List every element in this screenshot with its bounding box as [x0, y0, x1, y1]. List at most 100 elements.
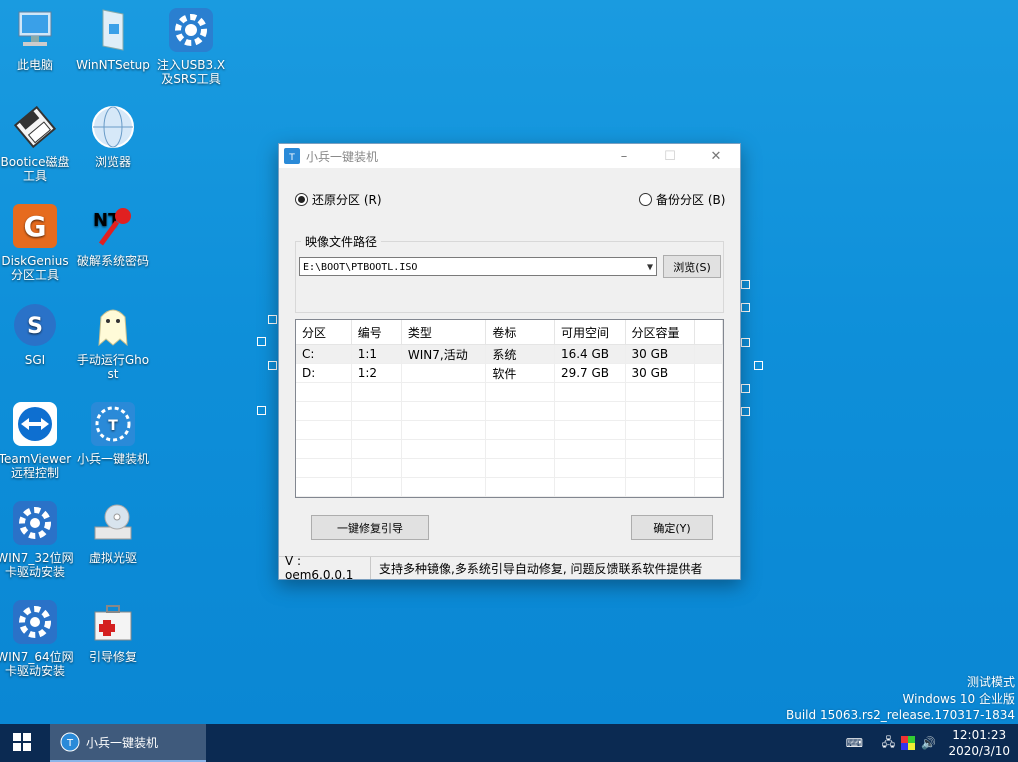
restore-radio[interactable]: 还原分区 (R) — [295, 191, 382, 208]
cell-capacity: 30 GB — [625, 363, 695, 383]
desktop-icon-label: 小兵一键装机 — [76, 452, 149, 466]
column-header[interactable]: 类型 — [401, 320, 487, 345]
desktop-icon-win7-64-driver[interactable]: WIN7_64位网卡驱动安装 — [0, 598, 74, 678]
svg-text:T: T — [108, 418, 118, 434]
cell-type — [401, 363, 487, 383]
desktop-icon-label: Bootice磁盘工具 — [0, 155, 70, 183]
desktop-icon-label: DiskGenius分区工具 — [1, 254, 69, 282]
title-bar[interactable]: T 小兵一键装机 – ☐ ✕ — [279, 144, 740, 168]
svg-text:G: G — [24, 210, 47, 243]
system-tray: ⌨ 🖧 🔊 12:01:23 2020/3/10 — [844, 724, 1018, 762]
path-group-title: 映像文件路径 — [301, 233, 382, 250]
keyboard-icon[interactable]: ⌨ — [844, 733, 864, 753]
color-app-icon[interactable] — [898, 733, 918, 753]
desktop-icon-label: 注入USB3.X及SRS工具 — [156, 58, 226, 86]
close-button[interactable]: ✕ — [693, 144, 739, 168]
desktop-icon-label: TeamViewer远程控制 — [0, 452, 72, 480]
image-path-combobox[interactable]: E:\BOOT\PTBOOTL.ISO ▼ — [299, 257, 657, 276]
decorative-square — [257, 406, 266, 415]
cd-drive-icon — [89, 499, 137, 547]
cell-volume: 软件 — [485, 363, 555, 383]
volume-icon[interactable]: 🔊 — [918, 733, 938, 753]
decorative-square — [741, 384, 750, 393]
watermark-edition: Windows 10 企业版 — [902, 692, 1015, 706]
empty-row — [296, 477, 723, 497]
disk-icon — [11, 103, 59, 151]
cell-partition: D: — [296, 363, 352, 383]
cell-filler — [694, 344, 723, 364]
decorative-square — [257, 337, 266, 346]
driver-icon — [11, 499, 59, 547]
start-button[interactable] — [0, 724, 44, 762]
installer-dialog: T 小兵一键装机 – ☐ ✕ 还原分区 (R) 备份分区 (B) 映像文件路径 … — [278, 143, 741, 582]
empty-row — [296, 420, 723, 440]
watermark-build: Build 15063.rs2_release.170317-1834 — [786, 708, 1015, 722]
confirm-button-label: 确定(Y) — [653, 521, 691, 535]
sgi-icon: S — [11, 301, 59, 349]
desktop-icon-boot-repair[interactable]: 引导修复 — [74, 598, 152, 664]
maximize-button[interactable]: ☐ — [647, 144, 693, 168]
desktop-icon-winntsetup[interactable]: WinNTSetup — [74, 6, 152, 72]
taskbar-app-installer[interactable]: T 小兵一键装机 — [50, 724, 206, 762]
desktop-icon-teamviewer[interactable]: TeamViewer远程控制 — [0, 400, 74, 480]
desktop-icon-label: WIN7_64位网卡驱动安装 — [0, 650, 74, 678]
backup-radio[interactable]: 备份分区 (B) — [639, 191, 725, 208]
desktop-icon-win7-32-driver[interactable]: WIN7_32位网卡驱动安装 — [0, 499, 74, 579]
desktop-icon-label: WIN7_32位网卡驱动安装 — [0, 551, 74, 579]
table-row[interactable]: C: 1:1 WIN7,活动 系统 16.4 GB 30 GB — [296, 344, 723, 364]
ghost-icon — [89, 301, 137, 349]
desktop-icon-label: 浏览器 — [94, 155, 131, 169]
installer-icon: T — [89, 400, 137, 448]
cell-volume: 系统 — [485, 344, 555, 364]
cell-type: WIN7,活动 — [401, 344, 487, 364]
desktop-icon-bootice[interactable]: Bootice磁盘工具 — [0, 103, 74, 183]
network-icon[interactable]: 🖧 — [878, 733, 898, 753]
minimize-button[interactable]: – — [601, 144, 647, 168]
desktop-icon-sgi[interactable]: S SGI — [0, 301, 74, 367]
first-aid-icon — [89, 598, 137, 646]
cell-partition: C: — [296, 344, 352, 364]
column-header[interactable]: 分区容量 — [625, 320, 695, 345]
empty-row — [296, 439, 723, 459]
decorative-square — [741, 338, 750, 347]
desktop-icon-installer[interactable]: T 小兵一键装机 — [74, 400, 152, 466]
empty-row — [296, 401, 723, 421]
desktop-icon-virtual-drive[interactable]: 虚拟光驱 — [74, 499, 152, 565]
windows-logo-icon — [13, 732, 31, 754]
restore-radio-label: 还原分区 (R) — [312, 193, 382, 207]
cell-number: 1:2 — [351, 363, 402, 383]
repair-boot-button[interactable]: 一键修复引导 — [311, 515, 429, 540]
partition-table[interactable]: 分区 编号 类型 卷标 可用空间 分区容量 C: 1:1 WIN7,活动 系统 … — [295, 319, 724, 498]
column-header[interactable]: 分区 — [296, 320, 352, 345]
confirm-button[interactable]: 确定(Y) — [631, 515, 713, 540]
image-path-value: E:\BOOT\PTBOOTL.ISO — [303, 262, 418, 273]
decorative-square — [741, 280, 750, 289]
desktop-icon-label: SGI — [24, 353, 46, 367]
document-icon — [89, 6, 137, 54]
column-header[interactable]: 编号 — [351, 320, 402, 345]
table-header-row: 分区 编号 类型 卷标 可用空间 分区容量 — [296, 320, 723, 345]
desktop-icon-browser[interactable]: 浏览器 — [74, 103, 152, 169]
column-header[interactable]: 卷标 — [485, 320, 555, 345]
column-header[interactable]: 可用空间 — [554, 320, 626, 345]
radio-indicator — [639, 193, 652, 206]
chevron-down-icon[interactable]: ▼ — [647, 258, 653, 277]
desktop-icon-this-pc[interactable]: 此电脑 — [0, 6, 74, 72]
svg-text:T: T — [288, 153, 295, 163]
status-message: 支持多种镜像,多系统引导自动修复, 问题反馈联系软件提供者 — [379, 561, 703, 576]
desktop-icon-usb3-tool[interactable]: 注入USB3.X及SRS工具 — [152, 6, 230, 86]
driver-icon — [11, 598, 59, 646]
desktop-icon-password-crack[interactable]: NT 破解系统密码 — [74, 202, 152, 268]
diskgenius-icon: G — [11, 202, 59, 250]
browse-button[interactable]: 浏览(S) — [663, 255, 721, 278]
decorative-square — [741, 303, 750, 312]
installer-icon: T — [60, 732, 80, 752]
clock-time: 12:01:23 — [952, 728, 1007, 742]
table-row[interactable]: D: 1:2 软件 29.7 GB 30 GB — [296, 363, 723, 383]
taskbar-clock[interactable]: 12:01:23 2020/3/10 — [948, 727, 1010, 759]
teamviewer-icon — [11, 400, 59, 448]
desktop-icon-ghost[interactable]: 手动运行Ghost — [74, 301, 152, 381]
empty-row — [296, 382, 723, 402]
desktop-icon-label: 手动运行Ghost — [76, 353, 150, 381]
desktop-icon-diskgenius[interactable]: G DiskGenius分区工具 — [0, 202, 74, 282]
